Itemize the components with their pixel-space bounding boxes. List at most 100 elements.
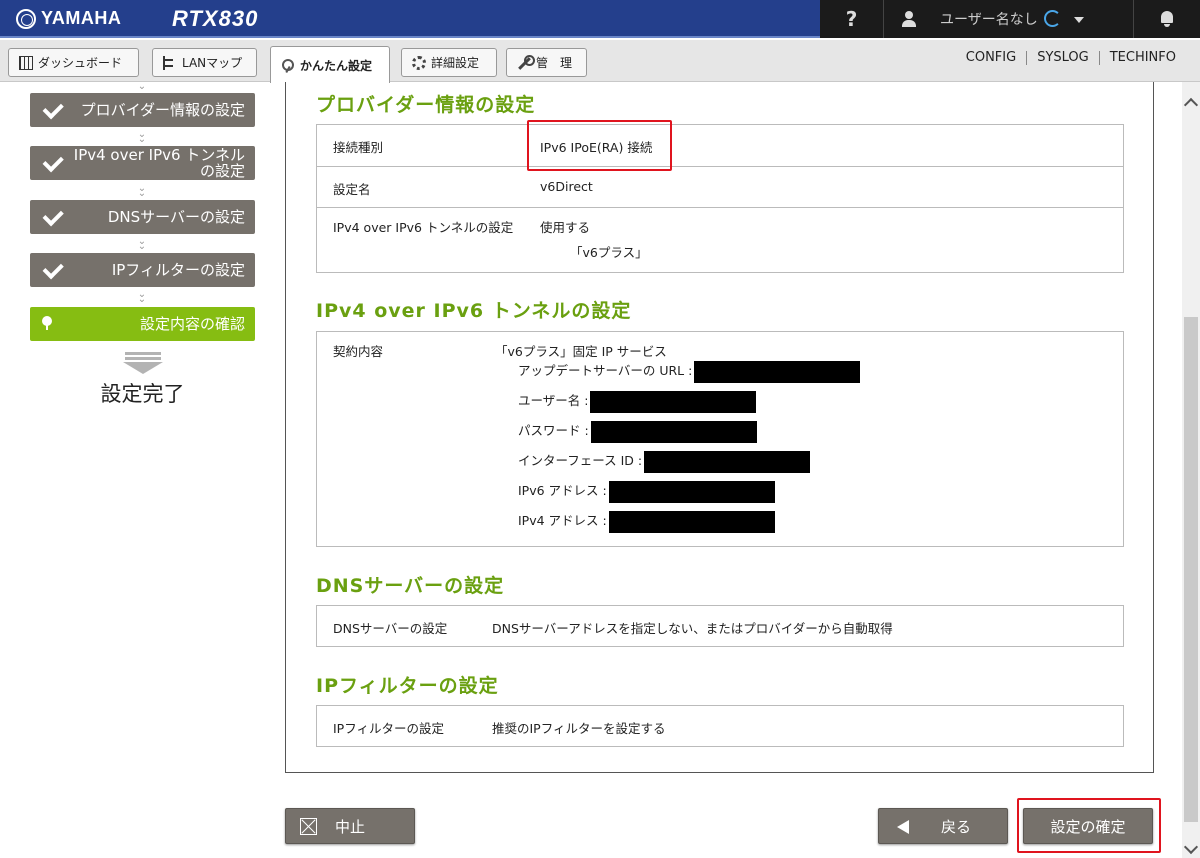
- tab-management[interactable]: 管 理: [506, 48, 587, 77]
- item-label: パスワード :: [518, 423, 589, 438]
- vertical-scrollbar[interactable]: [1182, 82, 1200, 858]
- item-label: インターフェース ID :: [518, 453, 643, 468]
- yamaha-logo: YAMAHA: [16, 8, 121, 29]
- interface-id-item: インターフェース ID :: [518, 450, 811, 473]
- user-icon: [902, 11, 916, 27]
- item-label: IPv4 アドレス :: [518, 513, 607, 528]
- tab-bar: ダッシュボード LANマップ かんたん設定 詳細設定 管 理 CONFIG SY…: [0, 40, 1200, 83]
- step-confirm: 設定内容の確認: [30, 307, 255, 341]
- techinfo-link[interactable]: TECHINFO: [1098, 51, 1186, 65]
- user-menu[interactable]: ユーザー名なし: [884, 0, 1134, 38]
- down-arrow-icon: [123, 352, 163, 374]
- check-icon: [40, 262, 60, 276]
- gear-icon: [412, 55, 426, 70]
- section-title-dns: DNSサーバーの設定: [316, 575, 505, 597]
- table-row: 設定名 v6Direct: [317, 166, 1123, 207]
- table-row: DNSサーバーの設定 DNSサーバーアドレスを指定しない、またはプロバイダーから…: [317, 606, 1123, 646]
- redacted-value: [608, 510, 775, 533]
- redacted-value: [608, 480, 775, 503]
- button-label: 戻る: [940, 817, 971, 836]
- scroll-down-icon[interactable]: [1183, 839, 1199, 855]
- table-row: 接続種別 IPv6 IPoE(RA) 接続: [317, 125, 1123, 166]
- section-title-tunnel: IPv4 over IPv6 トンネルの設定: [316, 300, 632, 322]
- dns-value: DNSサーバーアドレスを指定しない、またはプロバイダーから自動取得: [492, 621, 893, 636]
- triangle-left-icon: [897, 820, 909, 834]
- brand-name: YAMAHA: [41, 8, 122, 28]
- row-label: IPフィルターの設定: [333, 721, 444, 736]
- password-item: パスワード :: [518, 420, 757, 443]
- wand-icon: [281, 58, 295, 72]
- chevron-down-icon: [1074, 17, 1084, 23]
- double-chevron-down-icon: ⌄ ⌄: [137, 236, 147, 252]
- redacted-value: [694, 360, 861, 383]
- table-row: IPフィルターの設定 推奨のIPフィルターを設定する: [317, 706, 1123, 746]
- username-item: ユーザー名 :: [518, 390, 757, 413]
- step-label: プロバイダー情報の設定: [80, 101, 245, 119]
- double-chevron-down-icon: ⌄ ⌄: [137, 183, 147, 199]
- row-label: DNSサーバーの設定: [333, 621, 448, 636]
- step-ip-filter: IPフィルターの設定: [30, 253, 255, 287]
- top-links: CONFIG SYSLOG TECHINFO: [956, 51, 1186, 65]
- user-name: ユーザー名なし: [940, 12, 1038, 28]
- syslog-link[interactable]: SYSLOG: [1026, 51, 1099, 65]
- item-label: ユーザー名 :: [518, 393, 589, 408]
- top-bar-controls: ? ユーザー名なし: [820, 0, 1200, 38]
- table-row: IPv4 over IPv6 トンネルの設定 使用する 「v6プラス」: [317, 207, 1123, 273]
- tab-easy-setup[interactable]: かんたん設定: [270, 46, 390, 83]
- check-icon: [40, 155, 60, 169]
- config-link[interactable]: CONFIG: [956, 51, 1026, 65]
- tab-label: LANマップ: [182, 56, 243, 70]
- step-label: DNSサーバーの設定: [107, 208, 245, 226]
- row-label: IPv4 over IPv6 トンネルの設定: [333, 220, 514, 235]
- ipv4-address-item: IPv4 アドレス :: [518, 510, 775, 533]
- chevron-down-icon: ⌄: [137, 81, 147, 92]
- tunnel-use-value: 使用する: [540, 220, 591, 235]
- cancel-button[interactable]: 中止: [285, 808, 415, 844]
- section-title-provider: プロバイダー情報の設定: [316, 94, 536, 116]
- item-label: IPv6 アドレス :: [518, 483, 607, 498]
- step-complete: 設定完了: [100, 382, 185, 406]
- back-button[interactable]: 戻る: [878, 808, 1008, 844]
- top-bar: YAMAHA RTX830 ? ユーザー名なし: [0, 0, 1200, 38]
- button-label: 中止: [334, 817, 365, 836]
- tab-dashboard[interactable]: ダッシュボード: [8, 48, 139, 77]
- redacted-value: [590, 420, 757, 443]
- update-url-item: アップデートサーバーの URL :: [518, 360, 861, 383]
- row-label: 契約内容: [333, 344, 384, 359]
- scroll-thumb[interactable]: [1184, 317, 1198, 822]
- check-icon: [40, 209, 60, 223]
- close-icon: [300, 818, 317, 835]
- notification-button[interactable]: [1134, 0, 1200, 38]
- item-label: アップデートサーバーの URL :: [518, 363, 693, 378]
- section-title-ip-filter: IPフィルターの設定: [316, 675, 499, 697]
- wrench-icon: [517, 54, 535, 70]
- location-pin-icon: [42, 316, 52, 330]
- tab-label: 管 理: [536, 56, 573, 70]
- check-icon: [40, 102, 60, 116]
- row-label: 設定名: [333, 182, 371, 197]
- help-button[interactable]: ?: [820, 0, 884, 38]
- ip-filter-table: IPフィルターの設定 推奨のIPフィルターを設定する: [316, 705, 1124, 747]
- step-tunnel: IPv4 over IPv6 トンネルの設定: [30, 146, 255, 180]
- redacted-value: [590, 390, 757, 413]
- highlight-box: [1017, 798, 1161, 853]
- tab-label: 詳細設定: [431, 56, 480, 70]
- tunnel-table: 契約内容 「v6プラス」固定 IP サービス アップデートサーバーの URL :…: [316, 331, 1124, 547]
- provider-table: 接続種別 IPv6 IPoE(RA) 接続 設定名 v6Direct IPv4 …: [316, 124, 1124, 273]
- tab-label: かんたん設定: [300, 58, 373, 73]
- contract-value: 「v6プラス」固定 IP サービス: [495, 344, 667, 359]
- setting-name-value: v6Direct: [540, 179, 593, 194]
- lan-map-icon: [163, 55, 177, 70]
- step-label: 設定内容の確認: [139, 315, 245, 333]
- ip-filter-value: 推奨のIPフィルターを設定する: [492, 721, 666, 736]
- step-label: IPv4 over IPv6 トンネルの設定: [73, 146, 245, 180]
- scroll-up-icon[interactable]: [1183, 97, 1199, 113]
- tab-advanced-setup[interactable]: 詳細設定: [401, 48, 497, 77]
- highlight-box: [527, 120, 672, 171]
- tab-lan-map[interactable]: LANマップ: [152, 48, 257, 77]
- ipv6-address-item: IPv6 アドレス :: [518, 480, 775, 503]
- step-label: IPフィルターの設定: [111, 261, 245, 279]
- step-dns: DNSサーバーの設定: [30, 200, 255, 234]
- row-label: 接続種別: [333, 140, 384, 155]
- model-name: RTX830: [172, 6, 259, 31]
